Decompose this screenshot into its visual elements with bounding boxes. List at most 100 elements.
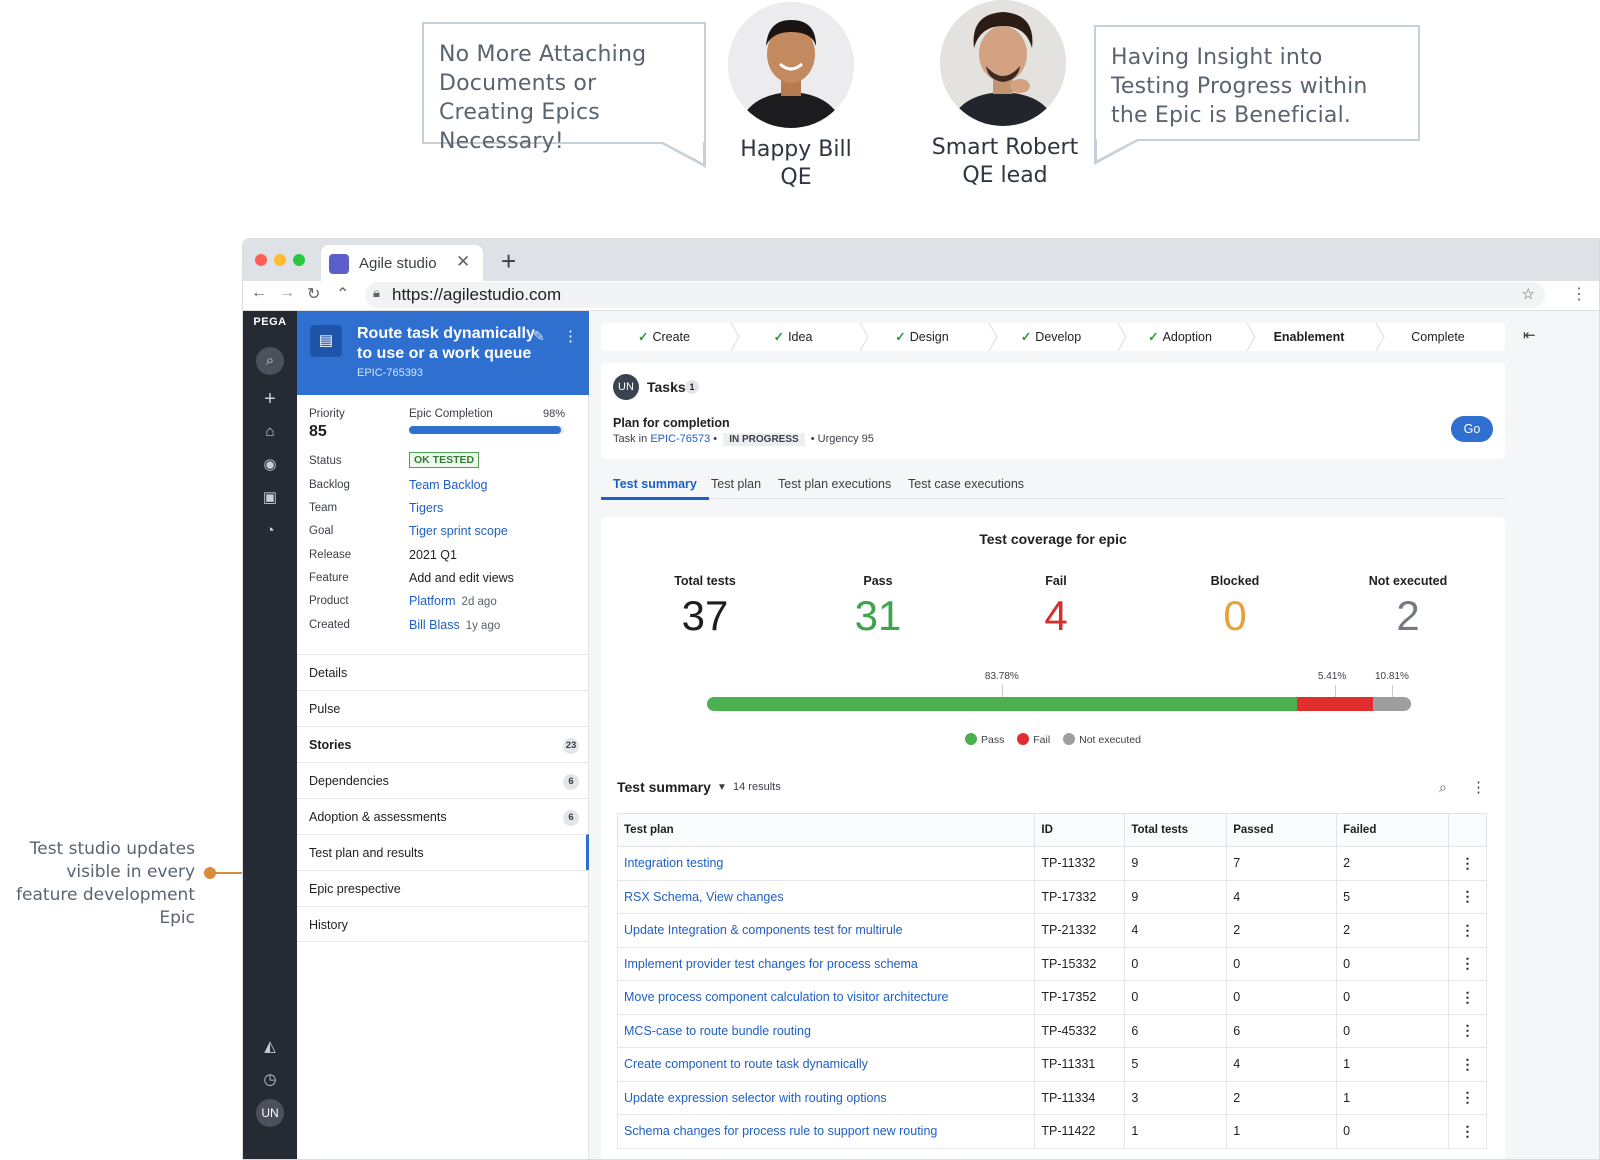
agile-studio-app: PEGA ⌕ + ⌂ ◉ ▣ ◔ ◭ ◷ UN ▤ Route task dyn…: [243, 311, 1599, 1159]
home-icon[interactable]: ⌂: [256, 418, 284, 446]
stage-complete[interactable]: Complete: [1375, 323, 1501, 351]
test-plan-link[interactable]: MCS-case to route bundle routing: [616, 1013, 1036, 1048]
creator-link[interactable]: Bill Blass: [409, 618, 460, 632]
test-plan-link[interactable]: Move process component calculation to vi…: [616, 980, 1036, 1015]
maximize-window-button[interactable]: [293, 254, 305, 266]
add-icon[interactable]: +: [256, 385, 284, 413]
table-cell: 0: [1124, 946, 1228, 981]
side-annotation: Test studio updates visible in every fea…: [16, 839, 195, 928]
row-actions-icon[interactable]: ⋮: [1447, 846, 1488, 881]
feature-value: Add and edit views: [409, 571, 514, 585]
tab-test-case-executions[interactable]: Test case executions: [908, 477, 1024, 497]
row-actions-icon[interactable]: ⋮: [1447, 1013, 1488, 1048]
table-cell: 2: [1226, 1080, 1338, 1115]
agile-studio-logo-icon: [329, 254, 349, 274]
column-header[interactable]: ID: [1034, 813, 1126, 847]
back-icon[interactable]: ←: [251, 284, 267, 302]
tab-test-plan[interactable]: Test plan: [711, 477, 761, 497]
nav-test-plan-results[interactable]: Test plan and results: [297, 834, 589, 870]
row-actions-icon[interactable]: ⋮: [1447, 1080, 1488, 1115]
robert-photo: [940, 0, 1066, 126]
nav-details[interactable]: Details: [297, 654, 589, 690]
nav-history[interactable]: History: [297, 906, 589, 942]
new-tab-button[interactable]: +: [501, 246, 516, 277]
collapse-panel-icon[interactable]: ⇤: [1523, 326, 1536, 344]
tab-test-summary[interactable]: Test summary: [601, 477, 709, 500]
test-plan-link[interactable]: Create component to route task dynamical…: [616, 1047, 1036, 1082]
column-header[interactable]: Total tests: [1124, 813, 1228, 847]
browser-tab[interactable]: Agile studio ✕: [321, 245, 483, 281]
more-options-icon[interactable]: ⋮: [1471, 778, 1486, 796]
search-icon[interactable]: ⌕: [256, 347, 284, 375]
test-plan-link[interactable]: Update Integration & components test for…: [616, 913, 1036, 948]
column-header[interactable]: Passed: [1226, 813, 1338, 847]
stage-adoption[interactable]: ✓ Adoption: [1117, 323, 1243, 351]
test-plan-link[interactable]: RSX Schema, View changes: [616, 879, 1036, 914]
nav-dependencies[interactable]: Dependencies 6: [297, 762, 589, 798]
stage-develop[interactable]: ✓ Develop: [988, 323, 1114, 351]
briefcase-icon[interactable]: ▣: [256, 484, 284, 512]
nav-adoption[interactable]: Adoption & assessments 6: [297, 798, 589, 834]
test-summary-heading[interactable]: Test summary: [617, 779, 711, 795]
table-cell: TP-15332: [1034, 946, 1126, 981]
more-options-icon[interactable]: ⋮: [563, 327, 578, 345]
test-plan-link[interactable]: Update expression selector with routing …: [616, 1080, 1036, 1115]
row-actions-icon[interactable]: ⋮: [1447, 1047, 1488, 1082]
explore-icon[interactable]: ◉: [256, 451, 284, 479]
row-actions-icon[interactable]: ⋮: [1447, 946, 1488, 981]
column-header[interactable]: Test plan: [616, 813, 1036, 847]
url-bar[interactable]: 🔒︎ https://agilestudio.com ☆: [365, 282, 1545, 308]
stage-create[interactable]: ✓ Create: [601, 323, 727, 351]
notifications-icon[interactable]: ◭: [256, 1033, 284, 1061]
go-button[interactable]: Go: [1451, 416, 1493, 442]
reload-icon[interactable]: ↻: [307, 284, 320, 304]
bookmark-star-icon[interactable]: ☆: [1522, 285, 1535, 303]
url-text[interactable]: https://agilestudio.com: [392, 285, 561, 305]
home-icon[interactable]: ⌃: [336, 284, 349, 304]
chevron-down-icon[interactable]: ▼: [717, 782, 727, 793]
test-plan-link[interactable]: Schema changes for process rule to suppo…: [616, 1114, 1036, 1149]
stage-idea[interactable]: ✓ Idea: [730, 323, 856, 351]
tasks-count-badge: 1: [685, 380, 699, 394]
goal-link[interactable]: Tiger sprint scope: [409, 524, 508, 538]
task-meta: Task in EPIC-76573 • IN PROGRESS • Urgen…: [613, 433, 874, 446]
test-plan-link[interactable]: Integration testing: [616, 846, 1036, 881]
table-row: RSX Schema, View changes TP-17332 9 4 5 ⋮: [616, 879, 1488, 914]
recent-icon[interactable]: ◷: [256, 1066, 284, 1094]
row-actions-icon[interactable]: ⋮: [1447, 1114, 1488, 1149]
epic-completion-percent: 98%: [543, 408, 566, 420]
nav-pulse[interactable]: Pulse: [297, 690, 589, 726]
edit-icon[interactable]: ✎: [533, 328, 545, 345]
stage-label: Design: [909, 330, 949, 344]
team-link[interactable]: Tigers: [409, 501, 443, 515]
row-actions-icon[interactable]: ⋮: [1447, 879, 1488, 914]
browser-menu-icon[interactable]: ⋮: [1571, 284, 1587, 304]
test-plan-link[interactable]: Implement provider test changes for proc…: [616, 946, 1036, 981]
search-icon[interactable]: ⌕: [1439, 779, 1447, 796]
annotation-dot: [204, 867, 216, 879]
nav-epic-perspective[interactable]: Epic prespective: [297, 870, 589, 906]
epic-completion-label: Epic Completion: [409, 408, 493, 420]
row-actions-icon[interactable]: ⋮: [1447, 980, 1488, 1015]
stage-design[interactable]: ✓ Design: [859, 323, 985, 351]
minimize-window-button[interactable]: [274, 254, 286, 266]
product-link[interactable]: Platform: [409, 594, 456, 608]
table-cell: 0: [1226, 980, 1338, 1015]
persona-robert: Smart Robert QE lead: [920, 134, 1090, 190]
nav-stories[interactable]: Stories 23: [297, 726, 589, 762]
task-epic-link[interactable]: EPIC-76573: [650, 433, 710, 445]
analytics-icon[interactable]: ◔: [256, 517, 284, 545]
row-actions-icon[interactable]: ⋮: [1447, 913, 1488, 948]
table-row: Create component to route task dynamical…: [616, 1047, 1488, 1082]
column-header[interactable]: Failed: [1336, 813, 1449, 847]
stage-enablement[interactable]: Enablement: [1246, 323, 1372, 351]
user-avatar[interactable]: UN: [256, 1099, 284, 1127]
table-cell: 7: [1226, 846, 1338, 881]
field-label: Created: [309, 619, 350, 631]
tab-test-plan-executions[interactable]: Test plan executions: [778, 477, 891, 497]
backlog-link[interactable]: Team Backlog: [409, 478, 488, 492]
tab-close-icon[interactable]: ✕: [456, 252, 470, 272]
field-label: Feature: [309, 572, 349, 584]
close-window-button[interactable]: [255, 254, 267, 266]
forward-icon[interactable]: →: [279, 284, 295, 302]
